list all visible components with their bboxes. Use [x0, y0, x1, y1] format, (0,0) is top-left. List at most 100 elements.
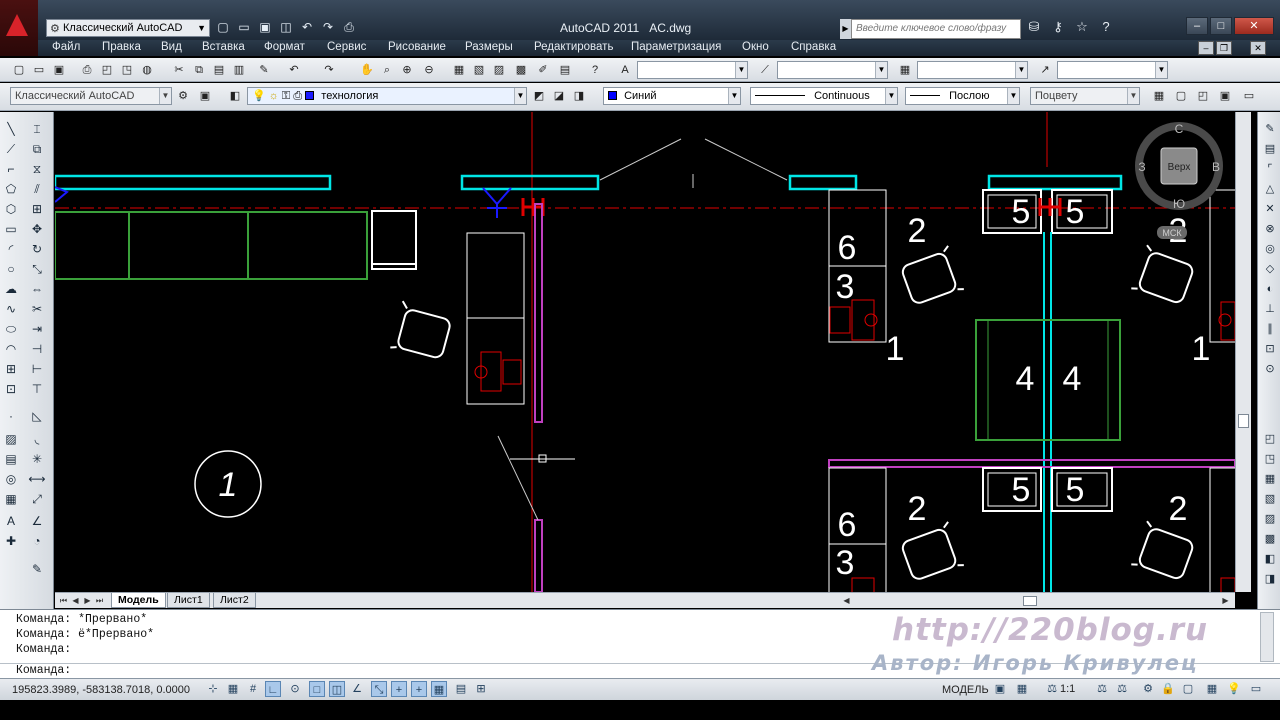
lightbulb-icon[interactable]: 💡 [1226, 681, 1242, 697]
application-menu-button[interactable] [0, 0, 38, 56]
compass-south[interactable]: Ю [1173, 197, 1185, 211]
isolate-objects-icon[interactable]: ▦ [1204, 681, 1220, 697]
viewport-scale-icon[interactable]: ▣ [1216, 87, 1234, 105]
hardware-accel-icon[interactable]: ▢ [1180, 681, 1196, 697]
drawing-area[interactable]: 1 6 3 1 2 5 5 4 4 5 5 6 3 2 1 2 Верх С Ю… [55, 112, 1235, 592]
ellipse-arc-icon[interactable]: ◠ [2, 340, 20, 358]
compass-north[interactable]: С [1175, 122, 1184, 136]
tab-last-icon[interactable]: ⏭ [94, 594, 105, 607]
workspace-switch-icon[interactable]: ⚙ [1140, 681, 1156, 697]
command-scrollbar[interactable] [1260, 612, 1274, 662]
circle-icon[interactable]: ○ [2, 260, 20, 278]
spline-icon[interactable]: ∿ [2, 300, 20, 318]
command-prompt-input[interactable]: Команда: [16, 664, 71, 677]
tab-sheet1[interactable]: Лист1 [167, 593, 210, 608]
menu-file[interactable]: Файл [52, 41, 80, 53]
viewport-icon[interactable]: ▢ [1172, 87, 1190, 105]
help-icon[interactable]: ? [1096, 17, 1116, 37]
menu-help[interactable]: Справка [791, 41, 836, 53]
cut-icon[interactable]: ✂ [170, 61, 188, 79]
copy-object-icon[interactable]: ⧉ [28, 140, 46, 158]
match-properties-icon[interactable]: ✎ [255, 61, 273, 79]
sc-icon[interactable]: ⊞ [473, 681, 489, 697]
menu-draw[interactable]: Рисование [388, 41, 446, 53]
open-icon[interactable]: ▭ [30, 61, 48, 79]
model-space-toggle[interactable]: МОДЕЛЬ [942, 684, 989, 696]
horizontal-scroll-thumb[interactable] [1023, 596, 1037, 606]
apparent-intersection-icon[interactable]: ⊗ [1261, 220, 1279, 238]
menu-window[interactable]: Окно [742, 41, 769, 53]
properties-icon[interactable]: ▦ [450, 61, 468, 79]
multileader-style-icon[interactable]: ↗ [1036, 61, 1054, 79]
menu-parametric[interactable]: Параметризация [631, 41, 721, 53]
endpoint-icon[interactable]: ⌜ [1261, 160, 1279, 178]
zoom-realtime-icon[interactable]: ⌕ [378, 61, 396, 79]
layer-state-icon[interactable]: ◨ [570, 87, 588, 105]
viewport-convert-icon[interactable]: ▭ [1240, 87, 1258, 105]
design-center-icon[interactable]: ▧ [470, 61, 488, 79]
save-icon[interactable]: ▣ [256, 18, 274, 36]
sheet-set-icon[interactable]: ▩ [512, 61, 530, 79]
dim-style-combo[interactable]: ▼ [777, 61, 888, 79]
menu-format[interactable]: Формат [264, 41, 305, 53]
star-icon[interactable]: ☆ [1072, 17, 1092, 37]
polygon-icon[interactable]: ⬠ [2, 180, 20, 198]
binoculars-icon[interactable]: ⛁ [1024, 17, 1044, 37]
workspace-dropdown[interactable]: ⚙ Классический AutoCAD ▼ [46, 19, 210, 37]
osnap-icon[interactable]: □ [309, 681, 325, 697]
compass-west[interactable]: З [1138, 160, 1145, 174]
vertical-scrollbar[interactable] [1235, 112, 1251, 592]
undo-icon[interactable]: ↶ [298, 18, 316, 36]
dyn-icon[interactable]: + [391, 681, 407, 697]
layer-walk-icon[interactable]: ◰ [1261, 430, 1279, 448]
copy-icon[interactable]: ⧉ [190, 61, 208, 79]
doc-minimize-button[interactable]: – [1198, 41, 1214, 55]
layer-merge-icon[interactable]: ◧ [1261, 550, 1279, 568]
layer-lock-icon[interactable]: ▨ [1261, 510, 1279, 528]
publish-icon[interactable]: ◳ [118, 61, 136, 79]
brush-icon[interactable]: ✎ [1261, 120, 1279, 138]
dim-style-icon[interactable]: ⟋ [756, 61, 774, 79]
viewport-clip-icon[interactable]: ◰ [1194, 87, 1212, 105]
menu-tools[interactable]: Сервис [327, 41, 366, 53]
plot-icon[interactable]: ⎙ [78, 61, 96, 79]
node-icon[interactable]: ⊙ [1261, 360, 1279, 378]
layer-delete-icon[interactable]: ◨ [1261, 570, 1279, 588]
hatch-icon[interactable]: ▨ [2, 430, 20, 448]
tangent-icon[interactable]: ◐ [1261, 280, 1279, 298]
perpendicular-icon[interactable]: ⊥ [1261, 300, 1279, 318]
leader-icon[interactable]: ✎ [28, 560, 46, 578]
zoom-window-icon[interactable]: ⊕ [398, 61, 416, 79]
auto-scale-icon[interactable]: ⚖ [1114, 681, 1130, 697]
array-icon[interactable]: ⊞ [28, 200, 46, 218]
zoom-previous-icon[interactable]: ⊖ [420, 61, 438, 79]
gradient-icon[interactable]: ▤ [2, 450, 20, 468]
paste-special-icon[interactable]: ▥ [230, 61, 248, 79]
region-icon[interactable]: ◎ [2, 470, 20, 488]
undo-icon[interactable]: ↶ [285, 61, 303, 79]
close-button[interactable]: ✕ [1234, 17, 1274, 35]
qnew-icon[interactable]: ▢ [10, 61, 28, 79]
quickview-layouts-icon[interactable]: ▣ [992, 681, 1008, 697]
layer-off-icon[interactable]: ▦ [1261, 470, 1279, 488]
menu-dimension[interactable]: Размеры [465, 41, 513, 53]
infer-constraints-icon[interactable]: ⊹ [205, 681, 221, 697]
revcloud-icon[interactable]: ☁ [2, 280, 20, 298]
mirror-icon[interactable]: ⧖ [28, 160, 46, 178]
stretch-icon[interactable]: ⇔ [28, 280, 46, 298]
chamfer-icon[interactable]: ◺ [28, 407, 46, 425]
menu-view[interactable]: Вид [161, 41, 182, 53]
workspace-settings-icon[interactable]: ⚙ [174, 87, 192, 105]
search-input[interactable]: Введите ключевое слово/фразу [851, 19, 1021, 39]
insert-point-icon[interactable]: ⊡ [1261, 340, 1279, 358]
doc-restore-button[interactable]: ❐ [1216, 41, 1232, 55]
construction-line-icon[interactable]: ⟋ [2, 140, 20, 158]
qp-icon[interactable]: ▤ [453, 681, 469, 697]
extend-icon[interactable]: ⇥ [28, 320, 46, 338]
center-icon[interactable]: ◎ [1261, 240, 1279, 258]
layer-freeze-icon[interactable]: ▧ [1261, 490, 1279, 508]
annotation-scale[interactable]: 1:1 [1060, 683, 1075, 695]
make-block-icon[interactable]: ⊡ [2, 380, 20, 398]
move-icon[interactable]: ✥ [28, 220, 46, 238]
tab-prev-icon[interactable]: ◀ [70, 594, 81, 607]
